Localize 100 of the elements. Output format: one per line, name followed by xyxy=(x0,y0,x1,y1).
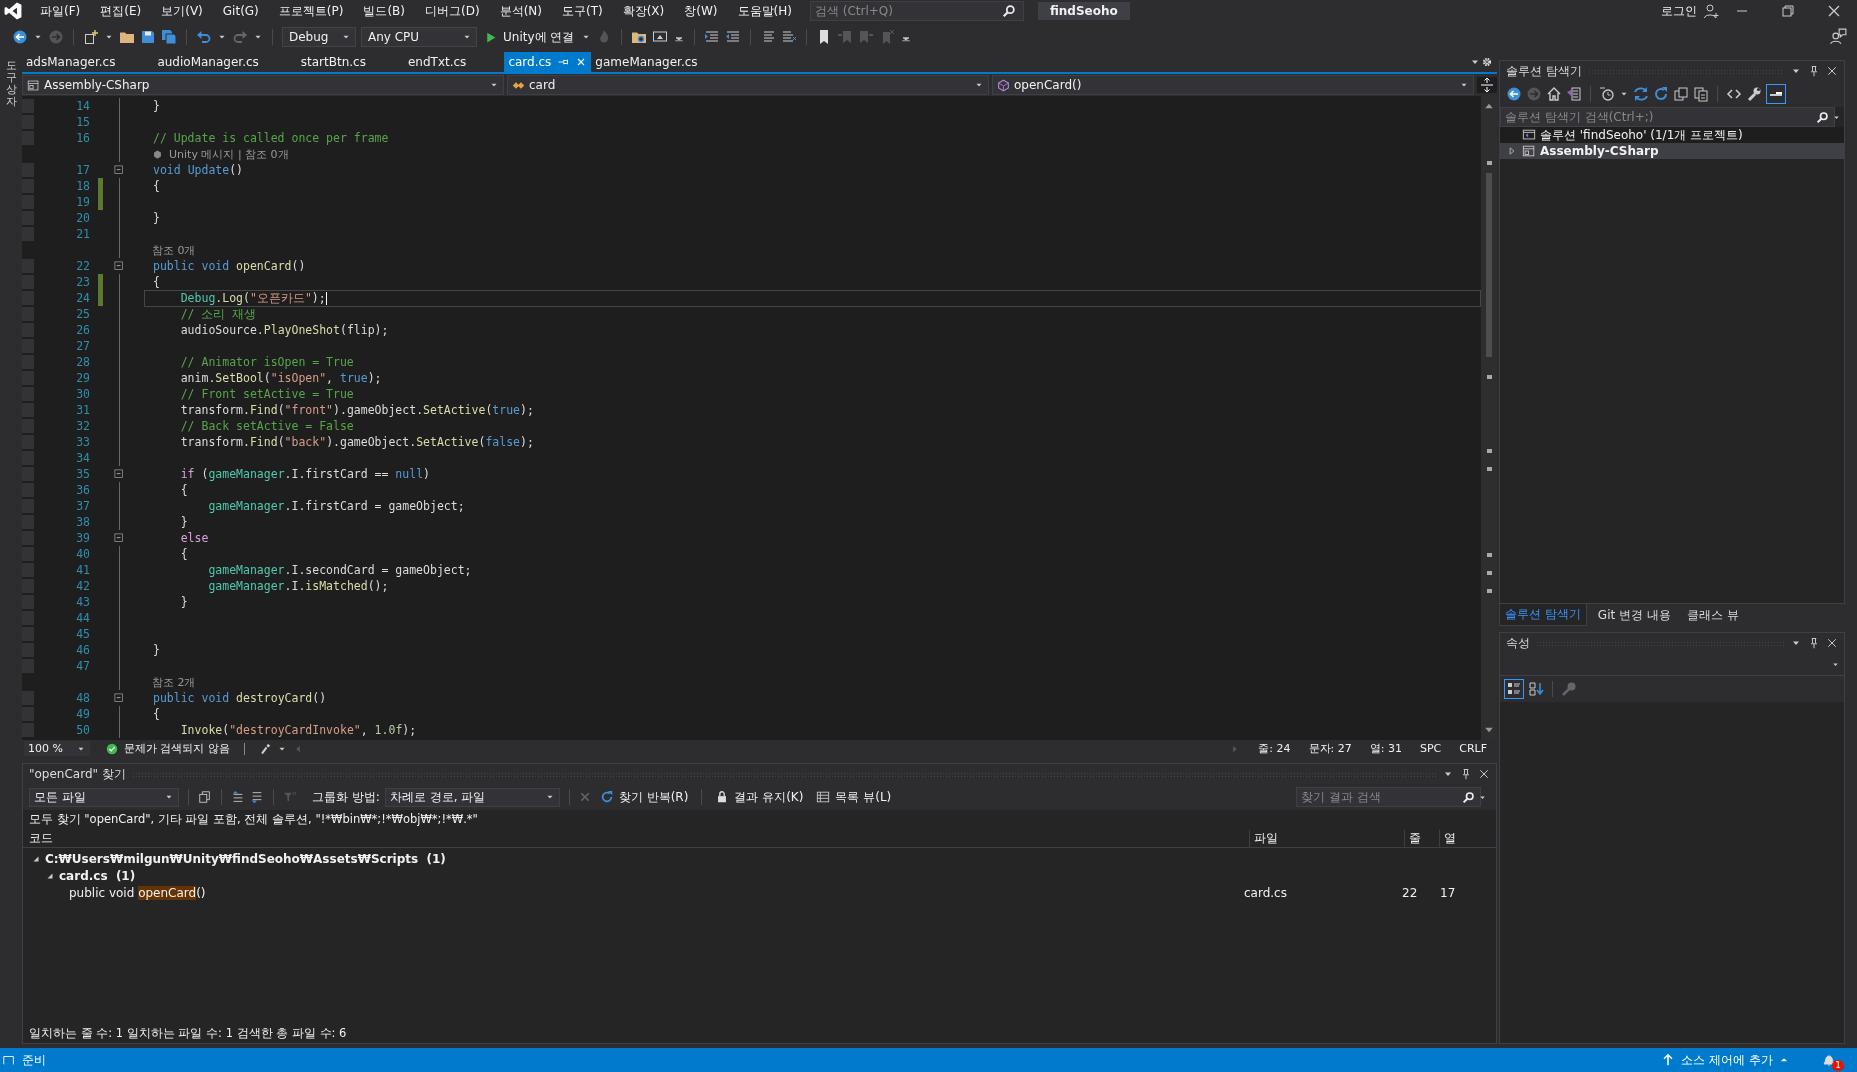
brush-icon[interactable] xyxy=(259,742,271,755)
toolbox-tab[interactable]: 도구 상자 xyxy=(5,60,17,1048)
result-code[interactable]: public void openCard() xyxy=(23,885,1236,900)
results-search-field[interactable]: 찾기 결과 검색 xyxy=(1296,787,1481,807)
previous-result-icon[interactable] xyxy=(231,790,245,804)
panel-tab[interactable]: 솔루션 탐색기 xyxy=(1499,604,1587,626)
copy-icon[interactable] xyxy=(198,790,212,804)
login-link[interactable]: 로그인 xyxy=(1661,2,1697,20)
file-tab[interactable]: startBtn.cs xyxy=(296,52,404,72)
wrench-icon[interactable] xyxy=(1746,86,1762,102)
categorized-list-icon[interactable] xyxy=(1506,681,1522,697)
codelens-text[interactable]: 참조 0개 xyxy=(152,242,196,258)
sort-alphabetical-icon[interactable] xyxy=(1528,681,1544,697)
codelens-text[interactable]: 참조 2개 xyxy=(152,674,196,690)
column-header[interactable]: 코드 xyxy=(23,829,1249,847)
member-dropdown[interactable]: openCard() xyxy=(992,75,1474,95)
result-group[interactable]: card.cs (1) xyxy=(59,868,136,883)
menu-item[interactable]: 분석(N) xyxy=(489,2,552,20)
solution-search-field[interactable]: 솔루션 탐색기 검색(Ctrl+;) xyxy=(1500,107,1835,127)
expand-triangle-icon[interactable] xyxy=(1507,146,1517,156)
split-view-icon[interactable] xyxy=(1479,77,1495,93)
group-by-dropdown[interactable]: 차례로 경로, 파일 xyxy=(384,787,560,807)
person-add-icon[interactable] xyxy=(1703,3,1719,19)
keep-results-button[interactable]: 결과 유지(K) xyxy=(711,788,808,806)
line-ending[interactable]: CRLF xyxy=(1459,742,1487,755)
uncomment-lines-icon[interactable] xyxy=(781,29,798,45)
fold-minus-icon[interactable] xyxy=(113,532,125,544)
panel-tab[interactable]: Git 변경 내용 xyxy=(1592,604,1676,626)
vertical-scrollbar[interactable] xyxy=(1481,96,1497,740)
next-result-icon[interactable] xyxy=(250,790,264,804)
close-icon[interactable] xyxy=(1826,637,1838,649)
column-header[interactable]: 파일 xyxy=(1249,829,1404,847)
menu-item[interactable]: 파일(F) xyxy=(30,2,91,20)
platform-dropdown[interactable]: Any CPU xyxy=(361,27,477,47)
floppy-disks-icon[interactable] xyxy=(161,29,177,45)
stop-icon[interactable] xyxy=(578,791,591,803)
menu-item[interactable]: Git(G) xyxy=(212,4,269,18)
menu-item[interactable]: 도구(T) xyxy=(551,2,613,20)
fold-minus-icon[interactable] xyxy=(113,164,125,176)
refresh-icon[interactable] xyxy=(1653,86,1669,102)
undo-arrow-icon[interactable] xyxy=(196,29,212,45)
menu-item[interactable]: 디버그(D) xyxy=(415,2,490,20)
solution-file-icon[interactable] xyxy=(1566,86,1582,102)
panel-tab[interactable]: 클래스 뷰 xyxy=(1681,604,1744,626)
sync-arrows-icon[interactable] xyxy=(1633,86,1649,102)
screen-icon[interactable] xyxy=(652,29,669,45)
menu-item[interactable]: 편집(E) xyxy=(90,2,152,20)
configuration-dropdown[interactable]: Debug xyxy=(282,27,356,47)
pin-icon[interactable] xyxy=(1808,637,1820,649)
fold-minus-icon[interactable] xyxy=(113,260,125,272)
file-tab[interactable]: card.cs xyxy=(504,52,592,72)
solution-icon xyxy=(1522,128,1536,142)
outdent-lines-icon[interactable] xyxy=(725,29,742,45)
project-dropdown[interactable]: Assembly-CSharp xyxy=(22,75,504,95)
whitespace-mode[interactable]: SPC xyxy=(1419,742,1442,755)
new-item-icon[interactable] xyxy=(83,29,99,45)
restore-icon[interactable] xyxy=(1780,3,1796,19)
history-clock-icon[interactable] xyxy=(1599,86,1615,102)
settings-icon[interactable] xyxy=(1481,56,1493,68)
collapse-all-icon[interactable] xyxy=(1673,86,1689,102)
codelens-text[interactable]: Unity 메시지 | 참조 0개 xyxy=(169,146,289,162)
result-group[interactable]: C:₩Users₩milgun₩Unity₩findSeoho₩Assets₩Scripts (1) xyxy=(45,851,446,866)
file-tab[interactable]: gameManager.cs xyxy=(591,52,736,72)
close-icon[interactable] xyxy=(1826,3,1842,19)
menu-item[interactable]: 빌드(B) xyxy=(353,2,415,20)
column-header[interactable]: 열 xyxy=(1439,829,1474,847)
find-again-button[interactable]: 찾기 반복(R) xyxy=(595,788,693,806)
menu-item[interactable]: 확장(X) xyxy=(612,2,675,20)
feedback-person-icon[interactable] xyxy=(1829,28,1847,46)
run-button[interactable]: Unity에 연결 xyxy=(482,28,577,46)
type-dropdown[interactable]: card xyxy=(507,75,989,95)
menu-item[interactable]: 창(W) xyxy=(674,2,728,20)
search-field[interactable]: 검색 (Ctrl+Q) xyxy=(809,1,1024,21)
pages-icon[interactable] xyxy=(1693,86,1709,102)
scope-dropdown[interactable]: 모든 파일 xyxy=(29,787,179,807)
file-tab[interactable]: audioManager.cs xyxy=(153,52,297,72)
file-tab[interactable]: endTxt.cs xyxy=(403,52,505,72)
line-number: 44 xyxy=(22,611,90,625)
file-tab[interactable]: adsManager.cs xyxy=(22,52,154,72)
home-icon[interactable] xyxy=(1546,86,1562,102)
menu-item[interactable]: 프로젝트(P) xyxy=(268,2,354,20)
menu-item[interactable]: 도움말(H) xyxy=(727,2,802,20)
fold-minus-icon[interactable] xyxy=(113,468,125,480)
pin-icon[interactable] xyxy=(1460,768,1472,780)
close-icon[interactable] xyxy=(1478,768,1490,780)
zoom-dropdown[interactable]: 100 % xyxy=(24,741,90,756)
indent-lines-icon[interactable] xyxy=(704,29,721,45)
tree-row[interactable]: Assembly-CSharp xyxy=(1500,143,1844,159)
redo-arrow-icon[interactable] xyxy=(232,29,248,45)
key-icon[interactable] xyxy=(1561,681,1577,697)
line-number: 26 xyxy=(22,323,90,337)
issues-status[interactable]: 문제가 검색되지 않음 xyxy=(124,741,230,756)
menu-item[interactable]: 보기(V) xyxy=(151,2,213,20)
close-icon[interactable] xyxy=(1826,65,1838,77)
column-header[interactable]: 줄 xyxy=(1404,829,1439,847)
pin-icon[interactable] xyxy=(1808,65,1820,77)
fold-minus-icon[interactable] xyxy=(113,692,125,704)
search-icon[interactable] xyxy=(1001,4,1016,18)
list-view-button[interactable]: 목록 뷰(L) xyxy=(812,788,896,806)
source-control-button[interactable]: 소스 제어에 추가 xyxy=(1681,1051,1773,1069)
